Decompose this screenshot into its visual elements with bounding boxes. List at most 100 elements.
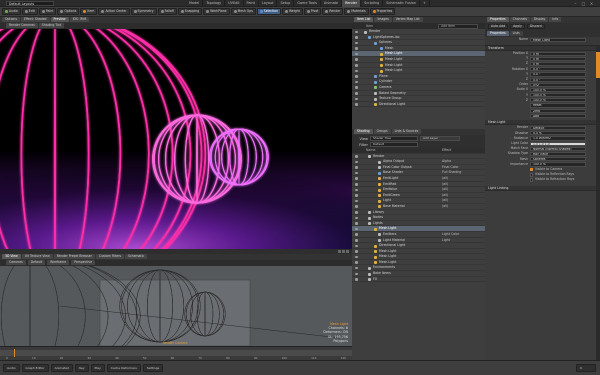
maximize-icon[interactable]: □ bbox=[581, 1, 586, 6]
visibility-eye-icon[interactable] bbox=[355, 36, 358, 39]
property-value-field[interactable]: 0.0 % bbox=[530, 131, 586, 136]
item-list-tab-1[interactable]: Images bbox=[374, 17, 392, 22]
property-value-field[interactable]: 1.0 1.0 1.0 bbox=[530, 141, 586, 146]
toolbar-mesh-ops-button[interactable]: Mesh Ops bbox=[230, 8, 256, 15]
layout-tab-setup[interactable]: Setup bbox=[277, 0, 295, 7]
property-value-field[interactable]: 100.0 % bbox=[530, 87, 586, 93]
visibility-eye-icon[interactable] bbox=[355, 103, 358, 106]
layout-tab-model[interactable]: Model bbox=[186, 0, 204, 7]
status-animated-button[interactable]: Animated bbox=[50, 364, 74, 372]
render-preview[interactable] bbox=[0, 29, 352, 249]
visibility-checkbox[interactable] bbox=[530, 178, 534, 182]
property-value-field[interactable]: 100.0 % bbox=[530, 98, 586, 103]
visibility-eye-icon[interactable] bbox=[355, 188, 358, 192]
visibility-eye-icon[interactable] bbox=[355, 155, 358, 158]
layout-tab-scripting[interactable]: Scripting bbox=[361, 0, 384, 7]
layout-tab-game-tools[interactable]: Game Tools bbox=[294, 0, 321, 7]
3d-viewport[interactable]: Render Camera Mesh Light Channels: 6 Def… bbox=[0, 266, 352, 346]
property-value-field[interactable]: 0.0 ° bbox=[530, 67, 586, 72]
toolbar-properties-button[interactable]: Properties bbox=[369, 8, 396, 15]
render-sub-tab-1[interactable]: Shading Tint bbox=[38, 23, 65, 28]
layout-tab-paint[interactable]: Paint bbox=[244, 0, 259, 7]
visibility-eye-icon[interactable] bbox=[355, 47, 358, 50]
toolbar-item-button[interactable]: Item bbox=[80, 8, 98, 15]
light-linking-section[interactable]: Light Linking bbox=[485, 185, 600, 191]
minimize-icon[interactable]: – bbox=[573, 1, 578, 6]
property-value-field[interactable]: XYZ bbox=[530, 82, 586, 87]
visibility-eye-icon[interactable] bbox=[355, 244, 358, 248]
status-graph-editor-button[interactable]: Graph Editor bbox=[21, 364, 49, 372]
properties-tab-1[interactable]: Channels bbox=[509, 17, 530, 22]
close-icon[interactable]: × bbox=[589, 1, 594, 6]
status-audio-button[interactable]: Audio bbox=[3, 364, 20, 372]
visibility-eye-icon[interactable] bbox=[355, 216, 358, 220]
viewport-sub-tab-1[interactable]: Default bbox=[27, 260, 46, 265]
property-value-field[interactable]: 0 m bbox=[530, 56, 586, 61]
visibility-checkbox[interactable] bbox=[530, 167, 534, 172]
toolbar-edit-button[interactable]: Edit bbox=[21, 8, 38, 15]
property-value-field[interactable]: Ray Trace bbox=[530, 151, 586, 157]
property-value-field[interactable]: 0 m bbox=[530, 51, 586, 56]
viewport-sub-tab-3[interactable]: Perspective bbox=[71, 260, 96, 265]
property-value-field[interactable]: 1.0 W/srm2 bbox=[530, 136, 586, 141]
toolbar-materials-button[interactable]: Materials bbox=[344, 8, 369, 15]
visibility-eye-icon[interactable] bbox=[355, 80, 358, 84]
viewport-tab-3[interactable]: Custom Filters bbox=[95, 254, 124, 259]
visibility-eye-icon[interactable] bbox=[355, 86, 358, 89]
visibility-eye-icon[interactable] bbox=[355, 278, 358, 281]
toolbar-options-button[interactable]: Options bbox=[57, 8, 80, 15]
layout-tab-render[interactable]: Render bbox=[342, 0, 362, 7]
property-value-field[interactable]: Spheres bbox=[530, 157, 586, 162]
side-tab[interactable] bbox=[596, 52, 600, 78]
toolbar-symmetry-button[interactable]: Symmetry bbox=[130, 8, 157, 15]
toolbar-weight-button[interactable]: Weight bbox=[282, 8, 303, 15]
item-list-tab-0[interactable]: Item List bbox=[354, 17, 374, 22]
visibility-eye-icon[interactable] bbox=[355, 272, 358, 276]
visibility-eye-icon[interactable] bbox=[355, 250, 358, 253]
visibility-eye-icon[interactable] bbox=[355, 92, 358, 95]
visibility-eye-icon[interactable] bbox=[355, 239, 358, 242]
property-value-field[interactable]: Zero bbox=[530, 108, 586, 113]
viewport-tab-0[interactable]: 3D View bbox=[2, 254, 21, 259]
property-value-field[interactable]: Normal (Normal Shaded) bbox=[530, 146, 586, 151]
visibility-eye-icon[interactable] bbox=[355, 194, 358, 197]
viewport-sub-tab-2[interactable]: Wireframe bbox=[47, 260, 70, 265]
layout-dropdown[interactable]: Default Layouts bbox=[6, 1, 54, 6]
layout-tab-uvedit[interactable]: UVEdit bbox=[225, 0, 244, 7]
visibility-checkbox[interactable] bbox=[530, 173, 534, 177]
properties-discard-button[interactable]: Discard bbox=[526, 24, 545, 29]
visibility-eye-icon[interactable] bbox=[355, 177, 358, 180]
property-value-field[interactable]: 100.0 % bbox=[530, 93, 586, 98]
shader-tree[interactable]: Name Effect Render Alpha Output Alpha Final… bbox=[352, 148, 485, 360]
visibility-eye-icon[interactable] bbox=[355, 41, 358, 45]
toolbar-audio-button[interactable]: Audio bbox=[2, 8, 21, 15]
render-view-tab-0[interactable]: Options bbox=[2, 17, 20, 22]
visibility-eye-icon[interactable] bbox=[355, 97, 358, 101]
properties-sub-tab-1[interactable]: Lists bbox=[509, 31, 523, 36]
visibility-eye-icon[interactable] bbox=[355, 266, 358, 270]
property-value-field[interactable]: 0.0 ° bbox=[530, 72, 586, 77]
visibility-eye-icon[interactable] bbox=[355, 233, 358, 236]
properties-tab-3[interactable]: Info bbox=[549, 17, 562, 22]
properties-apply-button[interactable]: Apply bbox=[510, 24, 525, 29]
property-value-field[interactable]: Reset bbox=[530, 103, 586, 108]
properties-auto-add-button[interactable]: Auto Add bbox=[488, 24, 509, 29]
layout-tab--[interactable]: + bbox=[420, 0, 430, 7]
toolbar-paint-button[interactable]: Paint bbox=[38, 8, 57, 15]
property-value-field[interactable]: 0.0 ° bbox=[530, 77, 586, 82]
toolbar-falloff-button[interactable]: Falloff bbox=[157, 8, 177, 15]
render-sub-tab-0[interactable]: Render Cameras bbox=[6, 23, 38, 28]
visibility-eye-icon[interactable] bbox=[355, 171, 358, 175]
properties-tab-0[interactable]: Properties bbox=[487, 17, 509, 22]
properties-tab-2[interactable]: Display bbox=[530, 17, 549, 22]
render-view-controls[interactable] bbox=[338, 250, 349, 253]
visibility-eye-icon[interactable] bbox=[355, 199, 358, 203]
toolbar-action-center-button[interactable]: Action Center bbox=[98, 8, 130, 15]
visibility-eye-icon[interactable] bbox=[355, 183, 358, 186]
status-play-button[interactable]: Play bbox=[90, 364, 105, 372]
layout-tab-schematic-fusion[interactable]: Schematic Fusion bbox=[383, 0, 420, 7]
viewport-sub-tab-0[interactable]: Cameras bbox=[6, 260, 26, 265]
visibility-eye-icon[interactable] bbox=[355, 166, 358, 169]
toolbar-pivot-button[interactable]: Pivot bbox=[303, 8, 322, 15]
layout-tab-layout[interactable]: Layout bbox=[259, 0, 278, 7]
